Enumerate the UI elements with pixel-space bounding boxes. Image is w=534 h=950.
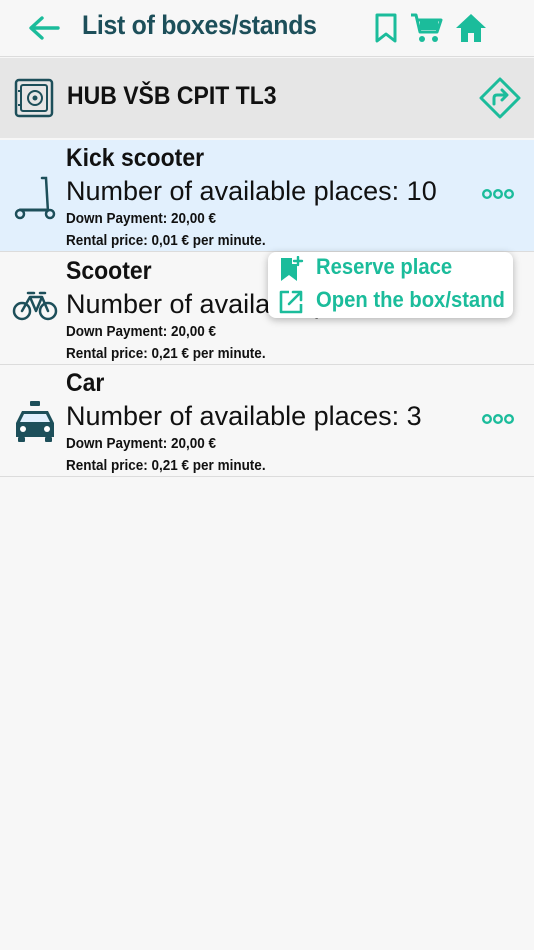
- open-external-icon: [279, 290, 303, 314]
- safe-box-icon: [14, 78, 54, 118]
- bookmark-add-icon: [281, 256, 304, 281]
- available-places: Number of available places: 10: [66, 176, 437, 206]
- app-bar: List of boxes/stands: [0, 0, 534, 57]
- list-item-car[interactable]: Car Number of available places: 3 Down P…: [0, 365, 534, 477]
- item-name: Kick scooter: [66, 144, 205, 172]
- menu-item-label: Open the box/stand: [316, 287, 505, 312]
- rental-price: Rental price: 0,01 € per minute.: [66, 232, 266, 249]
- back-arrow-icon[interactable]: [26, 12, 62, 44]
- available-places: Number of available places: 3: [66, 401, 422, 431]
- rental-price: Rental price: 0,21 € per minute.: [66, 457, 266, 474]
- bicycle-icon: [12, 291, 58, 321]
- home-icon[interactable]: [455, 12, 487, 44]
- context-menu: Reserve place Open the box/stand: [268, 252, 513, 318]
- car-icon: [16, 401, 54, 442]
- cart-icon[interactable]: [410, 12, 444, 44]
- menu-item-reserve-place[interactable]: Reserve place: [268, 252, 513, 285]
- down-payment: Down Payment: 20,00 €: [66, 323, 217, 340]
- page-title: List of boxes/stands: [82, 10, 317, 40]
- kick-scooter-icon: [14, 176, 56, 220]
- list-item-kick-scooter[interactable]: Kick scooter Number of available places:…: [0, 140, 534, 252]
- bookmark-icon[interactable]: [373, 12, 399, 44]
- menu-item-label: Reserve place: [316, 254, 453, 279]
- hub-name: HUB VŠB CPIT TL3: [67, 82, 277, 110]
- more-options-icon[interactable]: [482, 413, 514, 425]
- more-options-icon[interactable]: [482, 188, 514, 200]
- down-payment: Down Payment: 20,00 €: [66, 435, 217, 452]
- down-payment: Down Payment: 20,00 €: [66, 210, 217, 227]
- directions-icon[interactable]: [478, 76, 522, 120]
- item-name: Car: [66, 369, 105, 397]
- rental-price: Rental price: 0,21 € per minute.: [66, 345, 266, 362]
- item-name: Scooter: [66, 257, 152, 285]
- menu-item-open-box[interactable]: Open the box/stand: [268, 285, 513, 318]
